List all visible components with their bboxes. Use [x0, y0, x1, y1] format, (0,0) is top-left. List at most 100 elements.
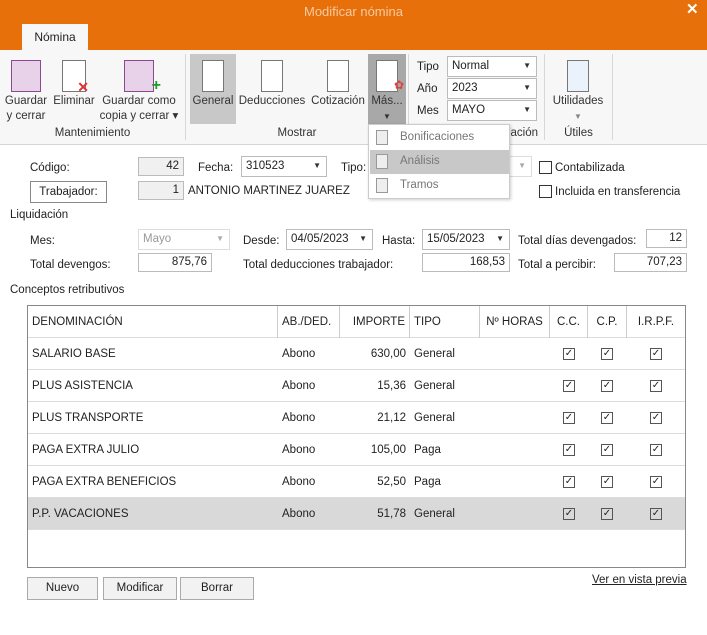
cell-denominacion: PLUS TRANSPORTE	[32, 412, 144, 424]
cell-horas	[480, 402, 550, 434]
table-row[interactable]: PAGA EXTRA BENEFICIOS Abono 52,50 Paga ✓ ✓ ✓	[28, 466, 685, 498]
header-horas[interactable]: Nº HORAS	[480, 306, 550, 338]
checkbox-irpf[interactable]: ✓	[650, 476, 662, 488]
checkbox-cp[interactable]: ✓	[601, 412, 613, 424]
conceptos-title: Conceptos retributivos	[10, 284, 125, 296]
cell-ab: Abono	[282, 348, 316, 360]
trabajador-button[interactable]: Trabajador:	[30, 181, 107, 203]
borrar-button[interactable]: Borrar	[180, 577, 254, 600]
checkbox-irpf[interactable]: ✓	[650, 444, 662, 456]
chevron-down-icon: ▼	[574, 112, 582, 121]
mas-dropdown-menu: Bonificaciones Análisis Tramos	[368, 124, 510, 199]
tipo-form-label: Tipo:	[341, 162, 367, 174]
mes-label: Mes	[417, 105, 439, 117]
table-row[interactable]: PLUS ASISTENCIA Abono 15,36 General ✓ ✓ ✓	[28, 370, 685, 402]
cell-tipo: General	[414, 380, 455, 392]
cell-ab: Abono	[282, 476, 316, 488]
contabilizada-checkbox[interactable]	[539, 161, 552, 174]
document-icon	[261, 60, 283, 92]
checkbox-cc[interactable]: ✓	[563, 348, 575, 360]
checkbox-cc[interactable]: ✓	[563, 476, 575, 488]
menu-item-bonificaciones[interactable]: Bonificaciones	[370, 126, 509, 150]
percibir-field[interactable]: 707,23	[614, 253, 687, 272]
close-icon[interactable]: ✕	[686, 0, 699, 18]
fecha-select[interactable]: 310523 ▼	[241, 156, 327, 177]
guardar-y-cerrar-button[interactable]: Guardar y cerrar	[3, 54, 49, 124]
chevron-down-icon: ▼	[359, 234, 367, 243]
header-cp[interactable]: C.P.	[588, 306, 627, 338]
general-button[interactable]: General	[190, 54, 236, 124]
chevron-down-icon: ▼	[313, 161, 321, 170]
transferencia-checkbox[interactable]	[539, 185, 552, 198]
checkbox-cp[interactable]: ✓	[601, 444, 613, 456]
cotizacion-button[interactable]: Cotización	[308, 54, 368, 109]
hasta-select[interactable]: 15/05/2023 ▼	[422, 229, 510, 250]
checkbox-cp[interactable]: ✓	[601, 476, 613, 488]
deducciones-button[interactable]: Deducciones	[238, 54, 306, 109]
save-copy-icon: +	[124, 60, 161, 94]
dias-field[interactable]: 12	[646, 229, 687, 248]
checkbox-cc[interactable]: ✓	[563, 508, 575, 520]
checkbox-cc[interactable]: ✓	[563, 380, 575, 392]
header-tipo[interactable]: TIPO	[410, 306, 480, 338]
cell-denominacion: SALARIO BASE	[32, 348, 116, 360]
header-importe[interactable]: IMPORTE	[340, 306, 410, 338]
contabilizada-label: Contabilizada	[555, 162, 625, 174]
mas-button[interactable]: ✿ Más... ▼	[368, 54, 406, 124]
anio-select[interactable]: 2023 ▼	[447, 78, 537, 99]
checkbox-irpf[interactable]: ✓	[650, 412, 662, 424]
utilidades-button[interactable]: Utilidades ▼	[549, 54, 607, 124]
tipo-label: Tipo	[417, 61, 439, 73]
trabajador-id-field[interactable]: 1	[138, 181, 184, 200]
checkbox-cc[interactable]: ✓	[563, 412, 575, 424]
liquidacion-title: Liquidación	[10, 209, 69, 221]
deducciones-field[interactable]: 168,53	[422, 253, 510, 272]
header-cc[interactable]: C.C.	[550, 306, 588, 338]
header-irpf[interactable]: I.R.P.F.	[627, 306, 685, 338]
checkbox-cp[interactable]: ✓	[601, 348, 613, 360]
chevron-down-icon: ▼	[216, 234, 224, 243]
nuevo-button[interactable]: Nuevo	[27, 577, 98, 600]
checkbox-irpf[interactable]: ✓	[650, 508, 662, 520]
cell-importe: 630,00	[370, 348, 406, 360]
eliminar-button[interactable]: ✕ Eliminar	[51, 54, 97, 109]
desde-select[interactable]: 04/05/2023 ▼	[286, 229, 373, 250]
checkbox-cp[interactable]: ✓	[601, 508, 613, 520]
codigo-field[interactable]: 42	[138, 157, 184, 176]
table-row[interactable]: PAGA EXTRA JULIO Abono 105,00 Paga ✓ ✓ ✓	[28, 434, 685, 466]
mes-form-select[interactable]: Mayo ▼	[138, 229, 230, 250]
cell-ab: Abono	[282, 380, 316, 392]
table-row[interactable]: P.P. VACACIONES Abono 51,78 General ✓ ✓ ✓	[28, 498, 685, 530]
cell-horas	[480, 370, 550, 402]
cell-tipo: Paga	[414, 444, 441, 456]
header-denominacion[interactable]: DENOMINACIÓN	[28, 306, 278, 338]
cell-horas	[480, 466, 550, 498]
devengos-field[interactable]: 875,76	[138, 253, 212, 272]
menu-item-analisis[interactable]: Análisis	[370, 150, 509, 174]
modificar-button[interactable]: Modificar	[103, 577, 177, 600]
guardar-como-copia-button[interactable]: + Guardar como copia y cerrar ▾	[99, 54, 179, 124]
menu-item-tramos[interactable]: Tramos	[370, 174, 509, 198]
cell-tipo: General	[414, 348, 455, 360]
mes-select[interactable]: MAYO ▼	[447, 100, 537, 121]
devengos-label: Total devengos:	[30, 259, 111, 271]
table-row[interactable]: PLUS TRANSPORTE Abono 21,12 General ✓ ✓ ✓	[28, 402, 685, 434]
checkbox-cp[interactable]: ✓	[601, 380, 613, 392]
header-ab-ded[interactable]: AB./DED.	[278, 306, 340, 338]
checkbox-cc[interactable]: ✓	[563, 444, 575, 456]
checkbox-irpf[interactable]: ✓	[650, 348, 662, 360]
cell-denominacion: PAGA EXTRA BENEFICIOS	[32, 476, 177, 488]
checkbox-irpf[interactable]: ✓	[650, 380, 662, 392]
chevron-down-icon: ▼	[523, 105, 531, 114]
tipo-select[interactable]: Normal ▼	[447, 56, 537, 77]
conceptos-table: DENOMINACIÓN AB./DED. IMPORTE TIPO Nº HO…	[27, 305, 686, 568]
percibir-label: Total a percibir:	[518, 259, 596, 271]
document-icon	[327, 60, 349, 92]
cell-horas	[480, 498, 550, 530]
cell-horas	[480, 338, 550, 370]
tab-nomina[interactable]: Nómina	[22, 24, 88, 51]
table-row[interactable]: SALARIO BASE Abono 630,00 General ✓ ✓ ✓	[28, 338, 685, 370]
cell-ab: Abono	[282, 444, 316, 456]
vista-previa-link[interactable]: Ver en vista previa	[592, 574, 687, 586]
mes-form-label: Mes:	[30, 235, 55, 247]
